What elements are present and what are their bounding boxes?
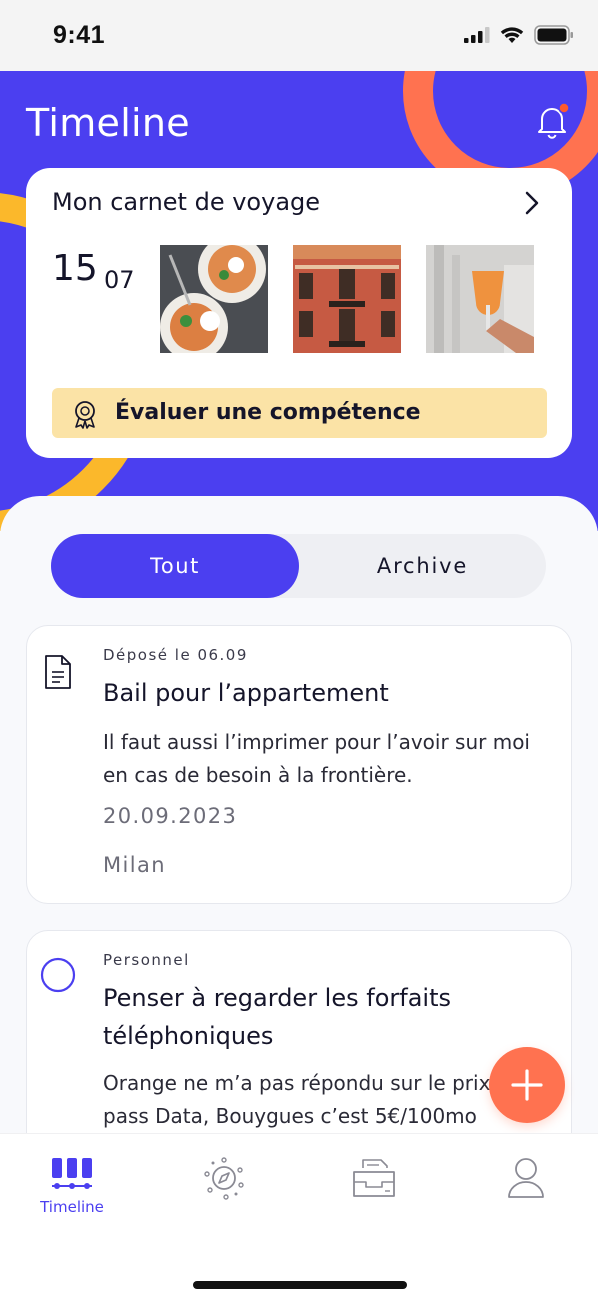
card-title: Penser à regarder les forfaits téléphoni… bbox=[103, 984, 451, 1050]
battery-icon bbox=[534, 25, 573, 45]
card-body: Orange ne m’a pas répondu sur le prix du… bbox=[103, 1071, 523, 1128]
travel-journal-card[interactable]: Mon carnet de voyage 15 07 Évaluer une c… bbox=[26, 168, 572, 458]
card-tag: Personnel bbox=[103, 951, 190, 969]
cellular-signal-icon bbox=[464, 27, 490, 43]
journal-photo-building[interactable] bbox=[293, 245, 401, 353]
filter-segmented-control: Tout Archive bbox=[51, 534, 546, 598]
timeline-card[interactable]: Déposé le 06.09 Bail pour l’appartement … bbox=[26, 625, 572, 904]
chevron-right-icon[interactable] bbox=[524, 190, 540, 216]
profile-icon bbox=[508, 1158, 544, 1198]
status-icons bbox=[464, 25, 574, 45]
journal-month: 07 bbox=[104, 266, 135, 294]
card-body: Il faut aussi l’imprimer pour l’avoir su… bbox=[103, 730, 530, 787]
add-button[interactable] bbox=[489, 1047, 565, 1123]
card-title: Bail pour l’appartement bbox=[103, 679, 389, 707]
status-time: 9:41 bbox=[53, 21, 106, 49]
card-place: Milan bbox=[103, 853, 166, 877]
document-icon bbox=[45, 655, 71, 689]
timeline-icon bbox=[52, 1158, 92, 1189]
evaluate-skill-label: Évaluer une compétence bbox=[115, 400, 421, 425]
circle-checkbox-icon[interactable] bbox=[40, 957, 76, 993]
card-date: 20.09.2023 bbox=[103, 804, 238, 828]
card-tag: Déposé le 06.09 bbox=[103, 646, 248, 664]
page-title: Timeline bbox=[26, 101, 190, 145]
tab-tout[interactable]: Tout bbox=[51, 534, 299, 598]
tab-timeline[interactable]: Timeline bbox=[22, 1156, 122, 1226]
tab-profile[interactable] bbox=[476, 1156, 576, 1226]
travel-journal-title: Mon carnet de voyage bbox=[52, 188, 321, 216]
notifications-button[interactable] bbox=[532, 101, 572, 141]
tab-archive[interactable]: Archive bbox=[299, 534, 546, 598]
tab-inbox[interactable] bbox=[324, 1156, 424, 1226]
explore-compass-icon bbox=[204, 1157, 244, 1200]
tab-timeline-label: Timeline bbox=[40, 1198, 104, 1216]
wifi-icon bbox=[500, 27, 524, 43]
bottom-tab-bar: Timeline bbox=[0, 1133, 598, 1300]
status-bar: 9:41 bbox=[0, 0, 598, 71]
plus-icon bbox=[511, 1069, 543, 1101]
home-indicator bbox=[193, 1281, 407, 1289]
inbox-tray-icon bbox=[353, 1159, 395, 1197]
journal-photo-spritz[interactable] bbox=[426, 245, 534, 353]
journal-day: 15 bbox=[52, 248, 98, 289]
tab-explore[interactable] bbox=[174, 1156, 274, 1226]
journal-photo-pasta[interactable] bbox=[160, 245, 268, 353]
timeline-header: Timeline Mon carnet de voyage 15 07 Éval… bbox=[0, 71, 598, 531]
bell-icon bbox=[538, 102, 570, 139]
badge-award-icon bbox=[75, 401, 95, 429]
evaluate-skill-button[interactable]: Évaluer une compétence bbox=[52, 388, 547, 438]
